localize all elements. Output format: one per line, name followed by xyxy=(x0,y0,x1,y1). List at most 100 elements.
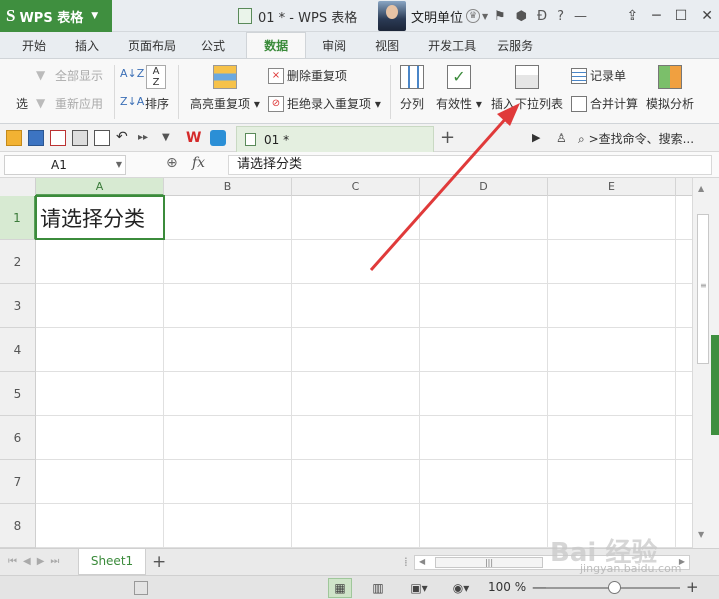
open-folder-icon[interactable] xyxy=(6,130,22,146)
avatar[interactable] xyxy=(378,1,406,31)
grid-cell[interactable] xyxy=(420,284,548,328)
page-break-view-button[interactable]: ▥ xyxy=(366,578,390,598)
scroll-left-icon[interactable]: ◀ xyxy=(419,557,425,566)
tab-page-layout[interactable]: 页面布局 xyxy=(110,32,187,58)
chevron-down-icon[interactable]: ▼ xyxy=(482,12,488,21)
grid-cell[interactable] xyxy=(420,196,548,240)
grid-cell[interactable] xyxy=(164,328,292,372)
cube-icon[interactable] xyxy=(210,130,226,146)
grid-cell[interactable] xyxy=(36,284,164,328)
grid-cell[interactable] xyxy=(420,460,548,504)
tab-developer[interactable]: 开发工具 xyxy=(410,32,487,58)
grid-cell[interactable] xyxy=(420,416,548,460)
grid-cell[interactable] xyxy=(676,284,692,328)
grid-cell[interactable] xyxy=(676,460,692,504)
grid-cell[interactable] xyxy=(548,240,676,284)
shirt-icon[interactable]: ♙ xyxy=(556,130,572,146)
show-all-button[interactable]: ▼ 全部显示 xyxy=(36,67,103,84)
grid-cell[interactable] xyxy=(420,328,548,372)
page-icon[interactable] xyxy=(134,581,148,595)
print-preview-icon[interactable] xyxy=(94,130,110,146)
grid-cell[interactable] xyxy=(676,328,692,372)
column-header[interactable]: B xyxy=(164,178,292,196)
tab-insert[interactable]: 插入 xyxy=(57,32,110,58)
sheet-tab-sheet1[interactable]: Sheet1 xyxy=(78,549,146,575)
record-sheet-button[interactable]: 记录单 xyxy=(571,67,626,84)
row-header[interactable]: 6 xyxy=(0,416,36,460)
row-header[interactable]: 5 xyxy=(0,372,36,416)
grid-cell[interactable] xyxy=(292,416,420,460)
grid-cell[interactable] xyxy=(676,372,692,416)
sort-icon[interactable]: AZ xyxy=(146,65,166,89)
tab-review[interactable]: 审阅 xyxy=(306,32,357,58)
grid-cell[interactable] xyxy=(676,196,692,240)
row-header[interactable]: 8 xyxy=(0,504,36,548)
grid-cell[interactable] xyxy=(676,240,692,284)
column-header[interactable]: E xyxy=(548,178,676,196)
grid-cell[interactable] xyxy=(36,328,164,372)
scroll-down-icon[interactable]: ▼ xyxy=(698,530,704,539)
grid-cell[interactable] xyxy=(36,460,164,504)
export-pdf-icon[interactable] xyxy=(50,130,66,146)
zoom-formula-icon[interactable]: ⊕ xyxy=(166,155,178,171)
upload-icon[interactable]: ⇪ xyxy=(627,8,639,24)
column-header[interactable]: C xyxy=(292,178,420,196)
name-box[interactable]: A1 ▼ xyxy=(4,155,126,175)
sort-ascending-button[interactable]: A↓Z xyxy=(120,67,144,80)
grid-cell[interactable] xyxy=(676,504,692,548)
eye-protection-button[interactable]: ◉▾ xyxy=(446,578,476,598)
zoom-slider-handle[interactable] xyxy=(608,581,621,594)
select-all-corner[interactable] xyxy=(0,178,36,196)
merge-calc-button[interactable]: 合并计算 xyxy=(571,95,638,112)
validity-button[interactable]: ✓ 有效性 ▾ xyxy=(436,65,482,112)
grid-cell[interactable] xyxy=(292,504,420,548)
scroll-up-icon[interactable]: ▲ xyxy=(698,184,704,193)
grid-cell[interactable] xyxy=(292,240,420,284)
sort-descending-button[interactable]: Z↓A xyxy=(120,95,144,108)
undo-icon[interactable]: ↶ xyxy=(116,130,132,146)
grid-cell[interactable] xyxy=(676,416,692,460)
grid-cell[interactable] xyxy=(548,196,676,240)
simulate-analysis-button[interactable]: 模拟分析 xyxy=(646,65,694,112)
grid-cell[interactable] xyxy=(548,416,676,460)
tab-formula[interactable]: 公式 xyxy=(187,32,236,58)
maximize-window-icon[interactable]: ☐ xyxy=(675,8,688,24)
grid-cell[interactable] xyxy=(292,328,420,372)
grid-cell[interactable] xyxy=(292,372,420,416)
grid-cell[interactable] xyxy=(36,416,164,460)
side-panel-handle[interactable] xyxy=(711,335,719,435)
grid-cell[interactable] xyxy=(164,196,292,240)
remove-duplicates-button[interactable]: × 删除重复项 xyxy=(268,67,347,84)
tab-cloud[interactable]: 云服务 xyxy=(487,32,544,58)
reapply-button[interactable]: ▼ 重新应用 xyxy=(36,95,103,112)
tab-data[interactable]: 数据 xyxy=(246,32,307,58)
grid-cell[interactable] xyxy=(292,460,420,504)
grid-cell[interactable] xyxy=(164,416,292,460)
row-header[interactable]: 1 xyxy=(0,196,36,240)
row-header[interactable]: 7 xyxy=(0,460,36,504)
grid-cell[interactable] xyxy=(36,504,164,548)
tab-start[interactable]: 开始 xyxy=(0,32,57,58)
tab-view[interactable]: 视图 xyxy=(357,32,410,58)
customize-caret-icon[interactable]: ▼ xyxy=(162,130,178,146)
chevron-down-icon[interactable]: ▼ xyxy=(116,156,122,174)
grid-cell[interactable] xyxy=(420,372,548,416)
fx-icon[interactable]: fx xyxy=(192,155,205,171)
grid-cell[interactable] xyxy=(36,372,164,416)
grid-cell[interactable] xyxy=(164,284,292,328)
more-icon[interactable]: ▸▸ xyxy=(138,130,154,146)
help-icon[interactable]: ? xyxy=(557,9,564,24)
row-header[interactable]: 2 xyxy=(0,240,36,284)
formula-input[interactable]: 请选择分类 xyxy=(228,155,712,175)
horizontal-scroll-thumb[interactable]: ||| xyxy=(435,557,543,568)
sort-button[interactable]: 排序 xyxy=(145,95,169,112)
reject-duplicates-button[interactable]: ⊘ 拒绝录入重复项 ▾ xyxy=(268,95,381,112)
highlight-duplicates-button[interactable]: 高亮重复项 ▾ xyxy=(190,65,260,112)
column-header[interactable]: A xyxy=(36,178,164,196)
grid-cell[interactable] xyxy=(292,284,420,328)
zoom-in-button[interactable]: + xyxy=(686,578,699,596)
normal-view-button[interactable]: ▦ xyxy=(328,578,352,598)
grid-cell[interactable] xyxy=(548,284,676,328)
app-menu-button[interactable]: S WPS 表格 ▼ xyxy=(0,0,112,32)
active-cell-a1[interactable]: 请选择分类 xyxy=(35,195,165,240)
